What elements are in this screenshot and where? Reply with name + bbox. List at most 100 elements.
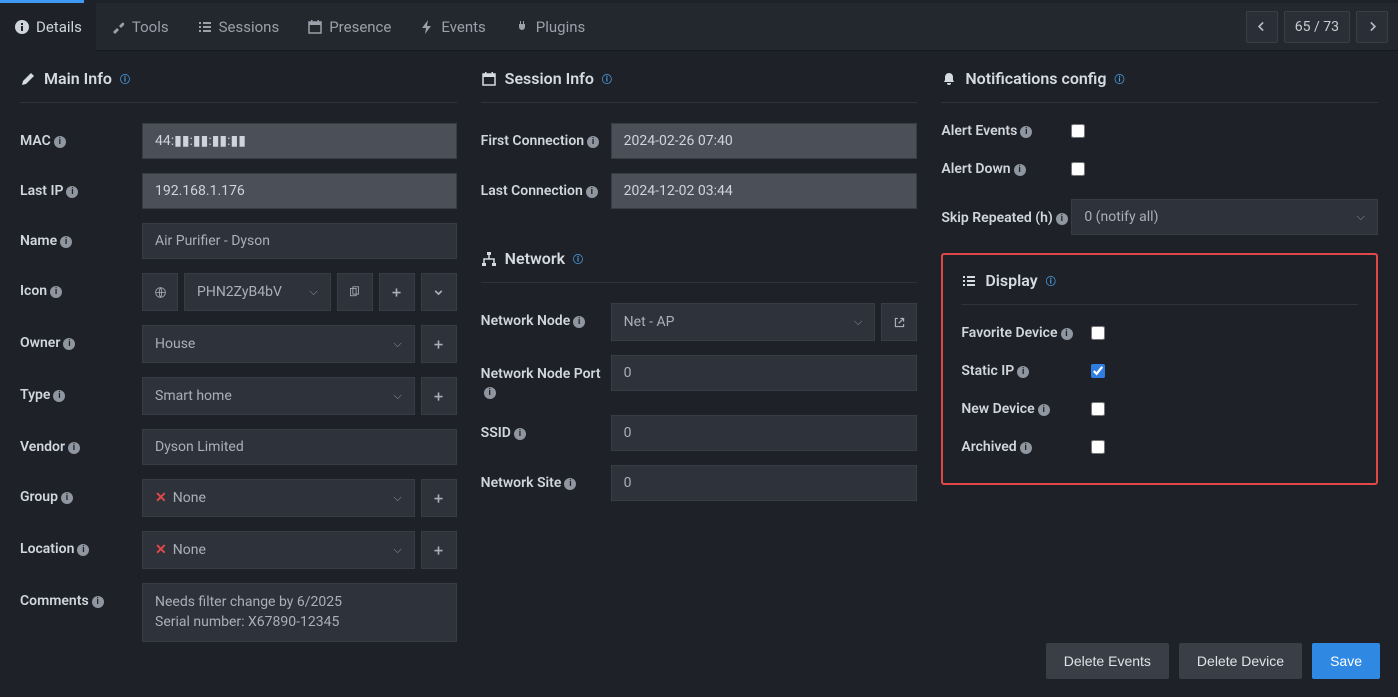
last-conn-label: Last Connectioni [481,173,611,199]
tab-presence[interactable]: Presence [293,3,405,51]
pager: 65 / 73 [1246,11,1388,43]
pager-count: 65 / 73 [1284,11,1350,43]
last-conn-value: 2024-12-02 03:44 [611,173,918,209]
pager-prev[interactable] [1246,11,1278,43]
info-icon[interactable]: i [77,544,89,556]
tab-details-label: Details [36,18,82,36]
vendor-input[interactable] [142,429,457,465]
name-input[interactable] [142,223,457,259]
tab-plugins-label: Plugins [536,18,585,36]
owner-select[interactable]: House⌵ [142,325,415,363]
delete-device-button[interactable]: Delete Device [1179,643,1302,679]
tab-events-label: Events [441,18,485,36]
tab-sessions-label: Sessions [219,18,280,36]
chevron-down-icon: ⌵ [393,491,401,505]
group-add-button[interactable] [421,479,457,517]
icon-select[interactable]: PHN2ZyB4bV ⌵ [184,273,331,311]
ssid-input[interactable] [611,415,918,451]
archived-label: Archivedi [961,439,1091,455]
help-icon[interactable]: ⓘ [573,251,583,266]
tab-presence-label: Presence [329,18,391,36]
tab-details[interactable]: Details [0,3,96,51]
info-icon[interactable]: i [61,492,73,504]
help-icon[interactable]: ⓘ [120,71,130,86]
help-icon[interactable]: ⓘ [602,71,612,86]
plug-icon [514,19,530,35]
tab-sessions[interactable]: Sessions [183,3,294,51]
tab-tools[interactable]: Tools [96,3,183,51]
new-device-label: New Devicei [961,401,1091,417]
network-node-link-button[interactable] [881,303,917,341]
plus-icon [432,338,445,351]
location-select[interactable]: ✕None⌵ [142,531,415,569]
first-conn-label: First Connectioni [481,123,611,149]
info-icon[interactable]: i [68,442,80,454]
chevron-down-icon [432,286,445,299]
group-label: Groupi [20,479,142,505]
icon-expand-button[interactable] [421,273,457,311]
info-icon[interactable]: i [1020,442,1032,454]
chevron-down-icon: ⌵ [393,337,401,351]
info-icon[interactable]: i [1017,366,1029,378]
icon-add-button[interactable] [379,273,415,311]
info-icon[interactable]: i [1020,126,1032,138]
comments-input[interactable] [142,583,457,642]
skip-select[interactable]: 0 (notify all)⌵ [1071,199,1378,235]
info-icon[interactable]: i [1061,328,1073,340]
delete-events-button[interactable]: Delete Events [1046,643,1169,679]
info-icon[interactable]: i [1056,213,1068,225]
chevron-down-icon: ⌵ [393,389,401,403]
info-icon[interactable]: i [1038,404,1050,416]
info-icon[interactable]: i [484,387,496,399]
icon-copy-button[interactable] [337,273,373,311]
globe-icon [154,286,167,299]
info-icon[interactable]: i [1014,164,1026,176]
tab-events[interactable]: Events [405,3,499,51]
network-site-input[interactable] [611,465,918,501]
skip-label: Skip Repeated (h)i [941,199,1071,227]
tab-plugins[interactable]: Plugins [500,3,599,51]
info-icon[interactable]: i [53,390,65,402]
info-icon[interactable]: i [586,186,598,198]
notifications-title: Notifications config ⓘ [941,69,1378,103]
network-site-label: Network Sitei [481,465,611,491]
favorite-checkbox[interactable] [1091,326,1105,340]
info-icon[interactable]: i [54,136,66,148]
network-node-select[interactable]: Net - AP⌵ [611,303,876,341]
group-select[interactable]: ✕None⌵ [142,479,415,517]
tools-icon [110,19,126,35]
help-icon[interactable]: ⓘ [1046,273,1056,288]
type-select[interactable]: Smart home⌵ [142,377,415,415]
owner-add-button[interactable] [421,325,457,363]
new-device-checkbox[interactable] [1091,402,1105,416]
info-icon[interactable]: i [50,286,62,298]
info-icon[interactable]: i [564,478,576,490]
info-icon[interactable]: i [63,338,75,350]
chevron-down-icon: ⌵ [1357,210,1365,224]
help-icon[interactable]: ⓘ [1114,71,1124,86]
chevron-right-icon [1366,20,1379,33]
ssid-label: SSIDi [481,415,611,441]
archived-checkbox[interactable] [1091,440,1105,454]
info-icon[interactable]: i [66,186,78,198]
alert-down-checkbox[interactable] [1071,162,1085,176]
type-add-button[interactable] [421,377,457,415]
alert-events-checkbox[interactable] [1071,124,1085,138]
sliders-icon [961,273,977,289]
chevron-down-icon: ⌵ [393,543,401,557]
info-icon[interactable]: i [573,316,585,328]
location-add-button[interactable] [421,531,457,569]
info-icon[interactable]: i [60,236,72,248]
static-ip-checkbox[interactable] [1091,364,1105,378]
info-icon[interactable]: i [92,596,104,608]
last-ip-label: Last IPi [20,173,142,199]
pager-next[interactable] [1356,11,1388,43]
save-button[interactable]: Save [1312,643,1380,679]
col-notifications-display: Notifications config ⓘ Alert Eventsi Ale… [941,69,1378,656]
bell-icon [941,71,957,87]
network-port-input[interactable] [611,355,918,391]
info-icon[interactable]: i [514,428,526,440]
network-icon [481,251,497,267]
chevron-down-icon: ⌵ [854,315,862,329]
info-icon[interactable]: i [587,136,599,148]
